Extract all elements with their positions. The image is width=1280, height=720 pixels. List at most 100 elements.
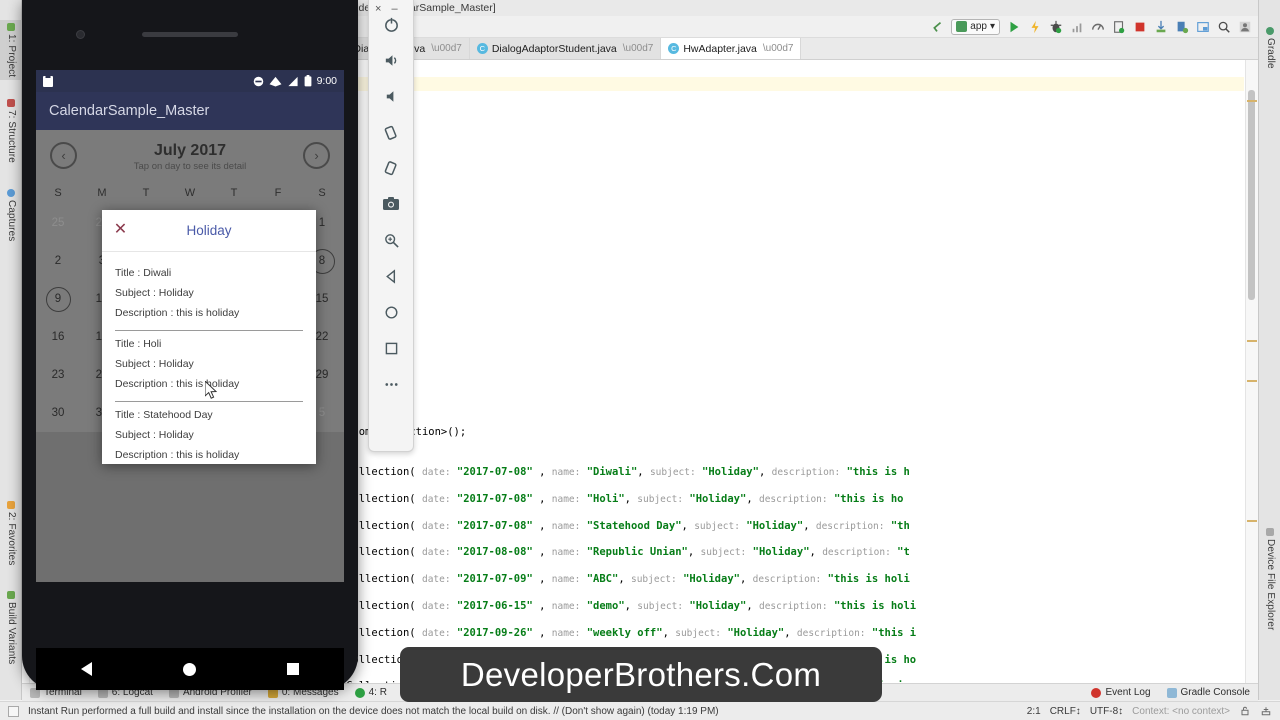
sidebar-item-captures[interactable]: Captures — [0, 186, 22, 244]
apply-changes-icon[interactable] — [1028, 20, 1042, 34]
dialog-event-list[interactable]: Title : Diwali Subject : Holiday Descrip… — [102, 252, 316, 464]
sidebar-item-gradle[interactable]: Gradle — [1259, 24, 1280, 72]
vcs-branch-icon[interactable] — [1260, 705, 1272, 717]
chevron-right-icon: › — [314, 148, 319, 163]
date-value: 2017-09-26 — [463, 626, 527, 639]
debug-icon[interactable] — [1049, 20, 1063, 34]
profiler-icon[interactable] — [1091, 20, 1105, 34]
lock-icon[interactable] — [1239, 705, 1251, 717]
sidebar-item-label: Build Variants — [6, 602, 17, 665]
next-month-button[interactable]: › — [303, 142, 330, 169]
day-number: 15 — [315, 293, 329, 305]
close-icon[interactable]: \u00d7 — [763, 43, 794, 54]
close-icon[interactable]: \u00d7 — [431, 43, 462, 54]
warning-marker[interactable] — [1247, 520, 1257, 522]
back-triangle-icon[interactable] — [81, 662, 93, 676]
description-value: this is ho — [840, 492, 904, 505]
avd-manager-icon[interactable] — [1175, 20, 1189, 34]
calendar-day-cell-event[interactable]: 9 — [36, 280, 80, 318]
volume-up-button[interactable] — [376, 45, 406, 75]
emulator-screen[interactable]: 9:00 CalendarSample_Master ‹ July 2017 T… — [36, 70, 344, 582]
step-icon[interactable] — [1070, 20, 1084, 34]
profile-icon[interactable] — [1238, 20, 1252, 34]
dialog-header: ✕ Holiday — [102, 210, 316, 252]
minimize-icon[interactable]: – — [391, 3, 397, 15]
dialog-title: Holiday — [186, 223, 232, 238]
event-subject: Subject : Holiday — [115, 287, 194, 299]
zoom-button[interactable] — [376, 225, 406, 255]
description-value: this is holi — [833, 573, 910, 586]
sidebar-item-label: Captures — [6, 200, 17, 242]
right-tool-rail: Gradle Device File Explorer — [1258, 0, 1280, 700]
recents-square-icon[interactable] — [286, 663, 299, 675]
warning-marker[interactable] — [1247, 100, 1257, 102]
tool-run[interactable]: 4: R — [354, 687, 387, 698]
search-icon[interactable] — [1217, 20, 1231, 34]
editor-scrollbar[interactable] — [1245, 60, 1258, 683]
sidebar-item-build-variants[interactable]: Build Variants — [0, 588, 22, 667]
sidebar-item-favorites[interactable]: 2: Favorites — [0, 498, 22, 568]
previous-month-button[interactable]: ‹ — [50, 142, 77, 169]
subject-value: Holiday — [733, 626, 778, 639]
android-navigation-bar — [36, 648, 344, 690]
calendar-day-cell[interactable]: 23 — [36, 356, 80, 394]
build-variants-icon — [7, 591, 15, 599]
rotate-right-button[interactable] — [376, 153, 406, 183]
home-circle-icon[interactable] — [182, 662, 196, 676]
day-number: 29 — [315, 369, 329, 381]
caret-position[interactable]: 2:1 — [1027, 706, 1041, 717]
captures-icon — [7, 189, 15, 197]
back-button[interactable] — [376, 261, 406, 291]
stop-icon[interactable] — [1133, 20, 1147, 34]
dow-label: T — [142, 187, 150, 199]
run-configuration-selector[interactable]: app ▾ — [951, 18, 1000, 35]
sidebar-item-device-file-explorer[interactable]: Device File Explorer — [1259, 525, 1280, 633]
warning-marker[interactable] — [1247, 340, 1257, 342]
run-config-label: app — [970, 21, 987, 32]
line-separator-selector[interactable]: CRLF↕ — [1050, 706, 1081, 717]
calendar-day-cell[interactable]: 16 — [36, 318, 80, 356]
watermark-text: DeveloperBrothers.Com — [460, 655, 822, 693]
tool-gradle-console[interactable]: Gradle Console — [1166, 687, 1250, 698]
sidebar-item-label: Gradle — [1265, 38, 1276, 69]
event-title: Title : Holi — [115, 338, 162, 350]
tool-label: Event Log — [1105, 687, 1151, 698]
encoding-selector[interactable]: UTF-8↕ — [1090, 706, 1123, 717]
calendar-day-cell[interactable]: 25 — [36, 204, 80, 242]
front-camera — [76, 30, 85, 39]
tab-hwadapter-java[interactable]: C HwAdapter.java \u00d7 — [661, 38, 802, 59]
overview-button[interactable] — [376, 333, 406, 363]
volume-down-button[interactable] — [376, 81, 406, 111]
event-detail-dialog[interactable]: ✕ Holiday Title : Diwali Subject : Holid… — [102, 210, 316, 464]
layout-inspector-icon[interactable] — [1196, 20, 1210, 34]
name-value: Republic Unian — [593, 546, 682, 559]
close-icon[interactable]: \u00d7 — [623, 43, 654, 54]
param-label: name: — [551, 466, 581, 478]
dow-label: S — [318, 187, 326, 199]
tool-event-log[interactable]: Event Log — [1091, 687, 1151, 698]
screenshot-button[interactable] — [376, 189, 406, 219]
calendar-day-cell[interactable]: 2 — [36, 242, 80, 280]
wifi-icon — [269, 76, 282, 87]
rotate-left-button[interactable] — [376, 117, 406, 147]
home-button[interactable] — [376, 297, 406, 327]
calendar-day-cell[interactable]: 30 — [36, 394, 80, 432]
tab-dialogadaptorstudent-java[interactable]: C DialogAdaptorStudent.java \u00d7 — [469, 38, 662, 59]
close-icon[interactable]: ✕ — [113, 222, 128, 238]
more-button[interactable] — [376, 369, 406, 399]
tool-label: Gradle Console — [1180, 687, 1250, 698]
param-label: description: — [822, 547, 891, 559]
chevron-left-icon: ‹ — [61, 148, 66, 163]
warning-marker[interactable] — [1247, 380, 1257, 382]
close-icon[interactable]: × — [375, 3, 381, 15]
sidebar-item-project[interactable]: 1: Project — [0, 20, 22, 81]
day-number: 1 — [318, 217, 326, 229]
back-arrow-icon[interactable] — [930, 20, 944, 34]
sidebar-item-structure[interactable]: 7: Structure — [0, 96, 22, 166]
attach-debugger-icon[interactable] — [1112, 20, 1126, 34]
scrollbar-thumb[interactable] — [1248, 90, 1255, 300]
run-icon[interactable] — [1007, 20, 1021, 34]
sdk-manager-icon[interactable] — [1154, 20, 1168, 34]
date-value: 2017-06-15 — [463, 599, 527, 612]
status-icon[interactable] — [8, 705, 19, 717]
